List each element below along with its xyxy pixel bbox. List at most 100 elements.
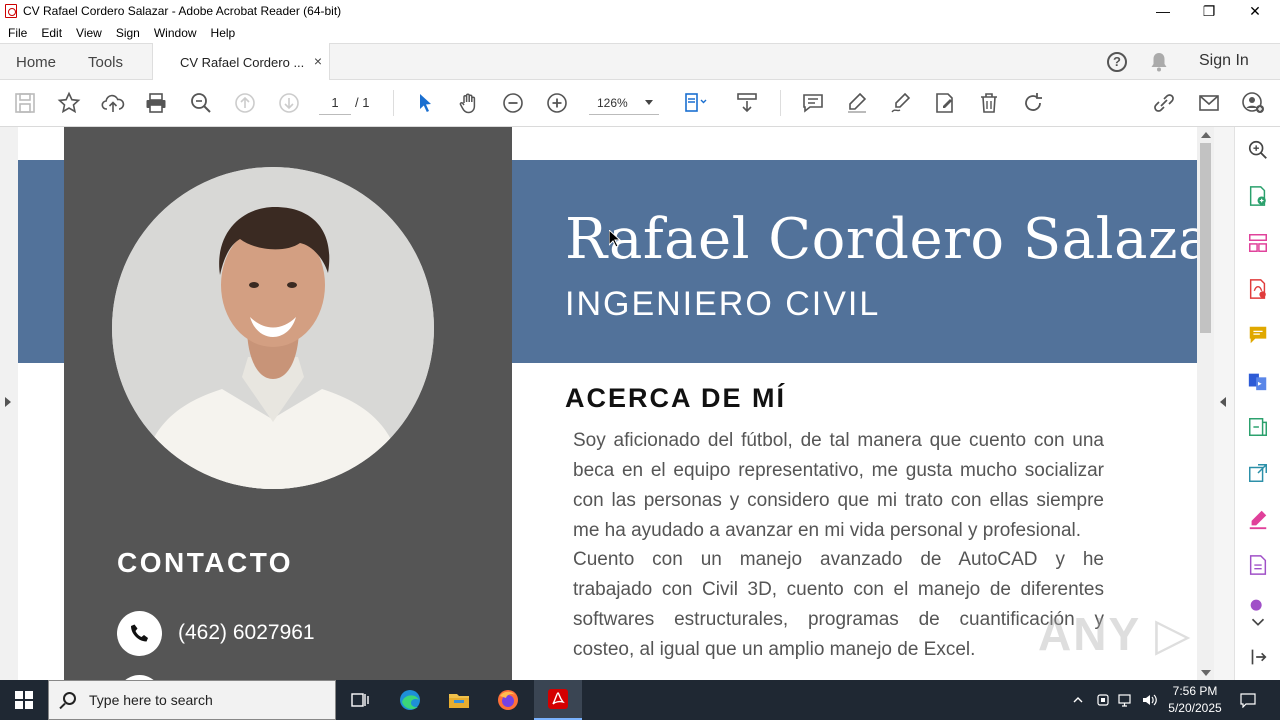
acrobat-taskbar-icon[interactable] — [534, 680, 582, 720]
cv-role: INGENIERO CIVIL — [565, 285, 881, 323]
tab-document[interactable]: CV Rafael Cordero ... × — [152, 43, 330, 81]
about-heading: ACERCA DE MÍ — [565, 383, 787, 413]
zoom-level-value: 126% — [597, 96, 628, 110]
about-line: me ha ayudado a avanzar en mi vida perso… — [573, 520, 1082, 541]
tools-rail — [1234, 127, 1280, 680]
phone-icon — [117, 611, 162, 656]
bookmark-star-icon[interactable] — [56, 90, 82, 116]
delete-trash-icon[interactable] — [976, 90, 1002, 116]
notifications-icon[interactable] — [1234, 680, 1262, 720]
email-icon[interactable] — [1196, 90, 1222, 116]
about-line: costeo, al igual que un amplio manejo de… — [573, 639, 976, 660]
compress-pdf-icon[interactable] — [1246, 415, 1270, 439]
close-tab-icon[interactable]: × — [314, 53, 322, 69]
about-line: trabajado con Civil 3D, cuento con el ma… — [573, 579, 1104, 600]
send-file-icon[interactable] — [1246, 461, 1270, 485]
edit-pdf-icon[interactable] — [932, 90, 958, 116]
tab-home[interactable]: Home — [16, 44, 56, 80]
scroll-up-icon[interactable] — [1201, 132, 1211, 138]
comment-icon[interactable] — [800, 90, 826, 116]
collapse-panel-icon[interactable] — [1246, 645, 1270, 669]
menu-view[interactable]: View — [76, 26, 102, 40]
clock-time: 7:56 PM — [1172, 684, 1218, 698]
watermark-logo: ANY ▷ RUN — [1038, 608, 1197, 660]
vertical-scrollbar[interactable] — [1197, 127, 1214, 680]
help-icon[interactable]: ? — [1107, 52, 1127, 72]
edge-browser-icon[interactable] — [386, 680, 434, 720]
network-icon[interactable] — [1114, 680, 1138, 720]
scroll-down-icon[interactable] — [1201, 670, 1211, 676]
about-line: con las personas y considero que mi trat… — [573, 490, 1104, 511]
device-tray-icon[interactable] — [1092, 680, 1114, 720]
fill-sign-icon[interactable] — [1246, 507, 1270, 531]
organize-pages-icon[interactable] — [1246, 231, 1270, 255]
notifications-bell-icon[interactable] — [1150, 52, 1168, 72]
tab-tools[interactable]: Tools — [88, 44, 123, 80]
about-line: beca en el equipo representativo, me gus… — [573, 460, 1104, 481]
scroll-mode-icon[interactable] — [734, 90, 760, 116]
tab-document-label: CV Rafael Cordero ... — [180, 54, 305, 70]
expand-rail-chevron-icon[interactable] — [1246, 610, 1270, 634]
document-viewer[interactable]: Rafael Cordero Salazar INGENIERO CIVIL A… — [0, 127, 1234, 680]
close-window-button[interactable]: ✕ — [1232, 0, 1278, 22]
next-page-icon[interactable] — [276, 90, 302, 116]
search-tool-icon[interactable] — [1246, 138, 1270, 162]
minimize-button[interactable]: — — [1140, 0, 1186, 22]
maximize-button[interactable]: ❐ — [1186, 0, 1232, 22]
clock-date: 5/20/2025 — [1168, 701, 1222, 715]
system-clock[interactable]: 7:56 PM 5/20/2025 — [1160, 683, 1230, 717]
rotate-icon[interactable] — [1020, 90, 1046, 116]
phone-number: (462) 6027961 — [178, 621, 315, 644]
share-link-icon[interactable] — [1151, 90, 1177, 116]
tray-overflow-chevron-icon[interactable] — [1066, 680, 1090, 720]
page-total: / 1 — [355, 95, 370, 110]
about-line: Soy aficionado del fútbol, de tal manera… — [573, 430, 1104, 451]
sign-in-button[interactable]: Sign In — [1199, 52, 1249, 70]
previous-page-icon[interactable] — [232, 90, 258, 116]
taskbar-search-input[interactable]: Type here to search — [48, 680, 336, 720]
mouse-cursor-icon — [609, 230, 621, 248]
upload-cloud-icon[interactable] — [100, 90, 126, 116]
toolbar-divider — [780, 90, 781, 116]
acrobat-app-icon — [5, 4, 17, 18]
tab-bar: Home Tools CV Rafael Cordero ... × ? Sig… — [0, 43, 1280, 81]
zoom-level-select[interactable]: 126% — [589, 91, 659, 115]
firefox-icon[interactable] — [484, 680, 532, 720]
page-fit-icon[interactable] — [682, 90, 708, 116]
create-pdf-icon[interactable] — [1246, 184, 1270, 208]
menu-file[interactable]: File — [8, 26, 27, 40]
menu-edit[interactable]: Edit — [41, 26, 62, 40]
comment-tool-icon[interactable] — [1246, 323, 1270, 347]
menu-sign[interactable]: Sign — [116, 26, 140, 40]
toolbar: 1 / 1 126% — [0, 80, 1280, 127]
scrollbar-thumb[interactable] — [1200, 143, 1211, 333]
volume-icon[interactable] — [1138, 680, 1162, 720]
page-number-input[interactable]: 1 — [319, 91, 351, 115]
menu-bar: File Edit View Sign Window Help — [0, 22, 1280, 43]
save-icon[interactable] — [12, 90, 38, 116]
right-panel-toggle[interactable] — [1214, 127, 1234, 680]
hand-tool-icon[interactable] — [456, 90, 482, 116]
zoom-out-icon[interactable] — [500, 90, 526, 116]
menu-help[interactable]: Help — [211, 26, 236, 40]
share-user-icon[interactable] — [1240, 90, 1266, 116]
task-view-icon[interactable] — [336, 680, 384, 720]
export-pdf-icon[interactable] — [1246, 277, 1270, 301]
highlight-pen-icon[interactable] — [844, 90, 870, 116]
more-tools-document-icon[interactable] — [1246, 553, 1270, 577]
select-cursor-icon[interactable] — [412, 90, 438, 116]
chevron-left-icon — [1220, 397, 1226, 407]
print-icon[interactable] — [143, 90, 169, 116]
about-line: Cuento con un manejo avanzado de AutoCAD… — [573, 549, 1104, 570]
menu-window[interactable]: Window — [154, 26, 197, 40]
left-panel-toggle[interactable] — [0, 127, 18, 680]
windows-start-icon[interactable] — [0, 680, 48, 720]
contact-heading: CONTACTO — [117, 547, 294, 578]
combine-files-icon[interactable] — [1246, 369, 1270, 393]
draw-sign-icon[interactable] — [888, 90, 914, 116]
chevron-right-icon — [5, 397, 11, 407]
zoom-search-icon[interactable] — [188, 90, 214, 116]
zoom-in-icon[interactable] — [544, 90, 570, 116]
pdf-page: Rafael Cordero Salazar INGENIERO CIVIL A… — [18, 127, 1197, 680]
file-explorer-icon[interactable] — [435, 680, 483, 720]
